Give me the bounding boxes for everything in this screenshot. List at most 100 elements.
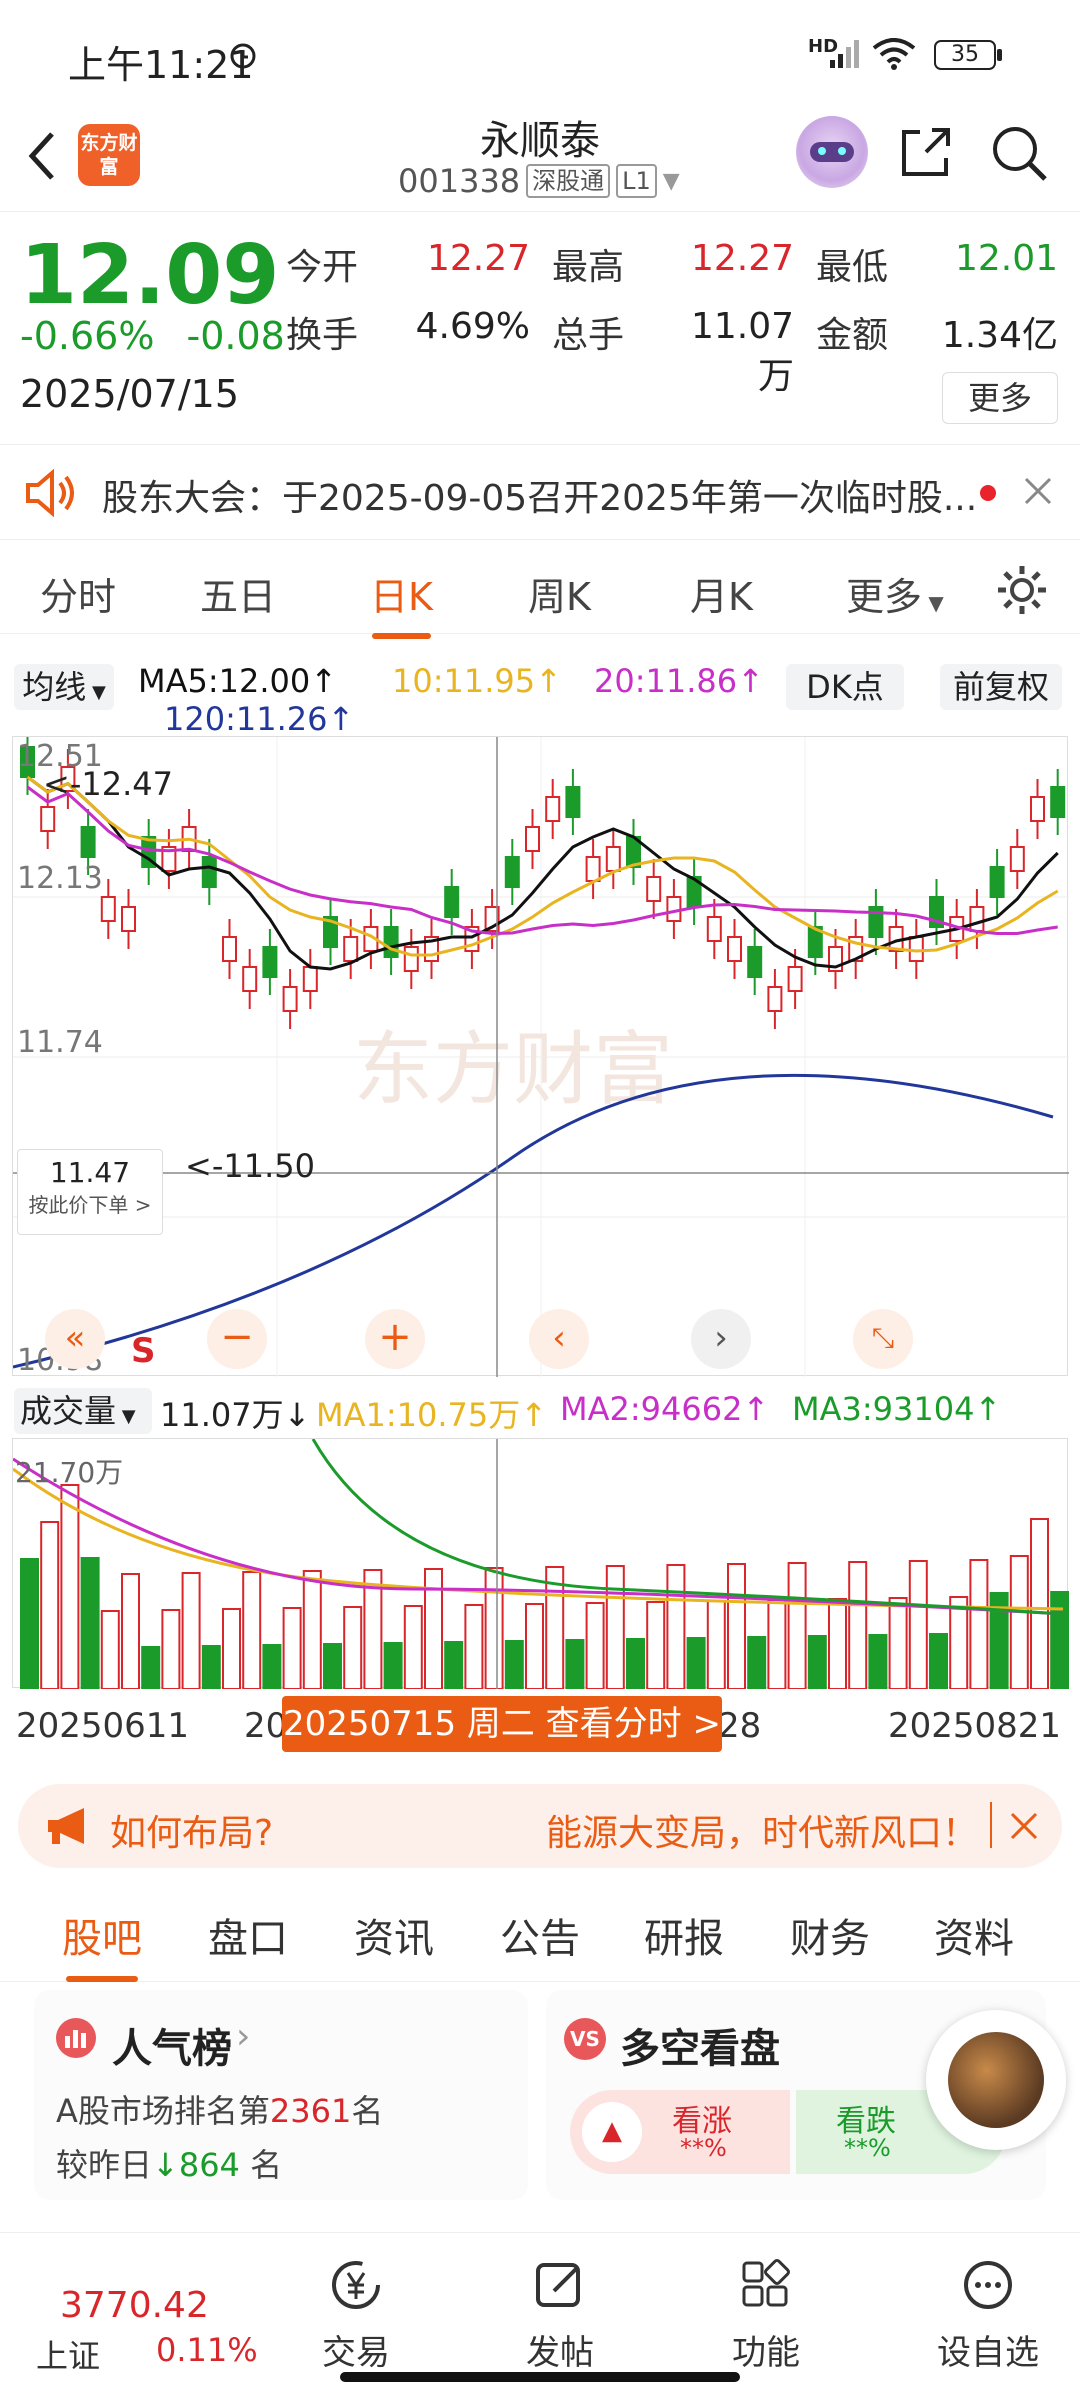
tab-monthly-k[interactable]: 月K [690,566,753,621]
rank-prefix: A股市场排名第 [56,2092,270,2130]
wifi-icon [872,38,916,70]
candle-body [444,886,460,918]
floating-mascot-button[interactable] [926,2010,1066,2150]
nav-post[interactable]: 发帖 [500,2233,620,2383]
kline-chart[interactable]: 东方财富 11.47 按此价下单 > <-12.47 <-11.50 12.51… [12,729,1069,1378]
zoom-out-icon[interactable]: − [207,1309,267,1369]
close-icon[interactable] [1008,1810,1040,1842]
volume-bar [908,1560,928,1690]
volume-canvas [12,1438,1070,1690]
nav-functions[interactable]: 功能 [706,2233,826,2383]
candle-body [666,896,682,922]
candle-body [787,966,803,992]
sub-indicator-select[interactable]: 成交量 ▼ [14,1388,152,1434]
rewind-icon[interactable]: « [45,1309,105,1369]
candle-body [989,866,1005,898]
sub-indicator-label: 成交量 [20,1392,117,1430]
candle-body [343,936,359,962]
volume-bar [262,1644,282,1690]
tab-five-day[interactable]: 五日 [200,566,276,621]
candle-body [585,856,601,882]
order-at-price-button[interactable]: 11.47 按此价下单 > [17,1149,163,1235]
open-label: 今开 [286,247,359,288]
volume-bar [807,1635,827,1690]
volume-bar [222,1608,241,1690]
nav-add-watchlist[interactable]: 设自选 [918,2233,1058,2383]
nav-post-label: 发帖 [526,2333,594,2373]
bullish-vote-button[interactable]: ▲ 看涨 **% [570,2090,790,2174]
ma5-line [26,775,1059,971]
tab-daily-k[interactable]: 日K [370,566,433,639]
fullscreen-icon[interactable]: ⤡ [853,1309,913,1369]
tab-more[interactable]: 更多 ▼ [846,566,944,621]
tab-weekly-k[interactable]: 周K [528,566,591,621]
kline-canvas: 东方财富 [12,729,1069,1377]
arrow-down-icon: ↓ [152,2146,179,2184]
last-price: 12.09 [20,228,280,323]
speaker-icon [26,469,74,517]
amount-value: 1.34亿 [941,315,1058,356]
tab-intraday[interactable]: 分时 [40,566,116,621]
edit-icon [536,2263,580,2307]
candle-body [383,926,399,958]
index-ticker[interactable]: 3770.42 上证 0.11% [30,2251,258,2375]
rank-value: 2361 [269,2092,352,2130]
grid-icon [742,2259,790,2307]
candle-body [121,906,136,932]
assistant-avatar-icon[interactable] [796,116,868,188]
stock-code-row[interactable]: 001338 深股通 L1 ▼ [398,162,680,200]
x-label-mid-left: 20 [244,1706,288,1746]
connect-badge: 深股通 [526,164,611,198]
tab-finance[interactable]: 财务 [790,1906,870,1964]
tab-announcements[interactable]: 公告 [500,1906,580,1964]
dk-point-toggle[interactable]: DK点 [786,664,904,710]
zoom-in-icon[interactable]: + [365,1309,425,1369]
volume-chart[interactable]: 21.70万 [12,1438,1070,1690]
tab-orderbook[interactable]: 盘口 [208,1906,288,1964]
indicator-select[interactable]: 均线 ▼ [14,664,114,710]
ma-legend-bar: 均线 ▼ MA5:12.00↑ 10:11.95↑ 20:11.86↑ 120:… [0,640,1080,738]
volume-bar [929,1633,948,1690]
candle-body [767,986,783,1012]
volume-bar [1050,1591,1070,1690]
view-intraday-button[interactable]: 20250715 周二 查看分时 > [282,1696,722,1752]
quote-date: 2025/07/15 [20,372,240,416]
bottom-navigation: 3770.42 上证 0.11% 交易 发帖 功能 设自选 [0,2232,1080,2382]
tab-profile[interactable]: 资料 [934,1906,1014,1964]
trade-yuan-icon [332,2261,380,2309]
candle-body [40,806,56,832]
volume-bar [242,1571,262,1690]
candle-body [100,896,116,922]
vol-ma2-line [12,1457,1064,1616]
search-icon[interactable] [990,124,1050,184]
candle-body [545,796,561,822]
candle-body [908,936,924,962]
nav-trade[interactable]: 交易 [296,2233,416,2383]
tab-forum[interactable]: 股吧 [62,1906,142,1982]
promo-banner[interactable]: 如何布局? 能源大变局，时代新风口！ [18,1784,1062,1868]
volume-value: 11.07万 [690,306,794,397]
volume-bar [141,1646,161,1690]
notice-bar[interactable]: 股东大会：于2025-09-05召开2025年第一次临时股... [0,444,1080,540]
nav-trade-label: 交易 [322,2333,390,2373]
next-icon[interactable]: › [691,1309,751,1369]
tab-research[interactable]: 研报 [644,1906,724,1964]
candle-body [565,786,581,818]
more-quote-button[interactable]: 更多 [942,372,1058,424]
vol-ma3-label: MA3:93104↑ [792,1390,1002,1428]
close-icon[interactable] [1022,475,1054,507]
previous-icon[interactable]: ‹ [529,1309,589,1369]
divider [990,1802,992,1848]
tab-news[interactable]: 资讯 [354,1906,434,1964]
volume-bar [201,1645,221,1690]
ma5-label: MA5:12.00↑ [138,662,338,700]
volume-label: 总手 [552,315,625,356]
vol-ma1-line [12,1467,1064,1611]
settings-gear-icon[interactable] [994,562,1050,618]
adjustment-select[interactable]: 前复权 [940,664,1062,710]
bull-bear-title: 多空看盘 [620,2026,780,2072]
candle-body [1009,846,1025,872]
share-icon[interactable] [898,124,954,180]
popularity-card[interactable]: 人气榜 › A股市场排名第2361名 较昨日↓864 名 [34,1990,528,2200]
compare-prefix: 较昨日 [56,2146,153,2184]
